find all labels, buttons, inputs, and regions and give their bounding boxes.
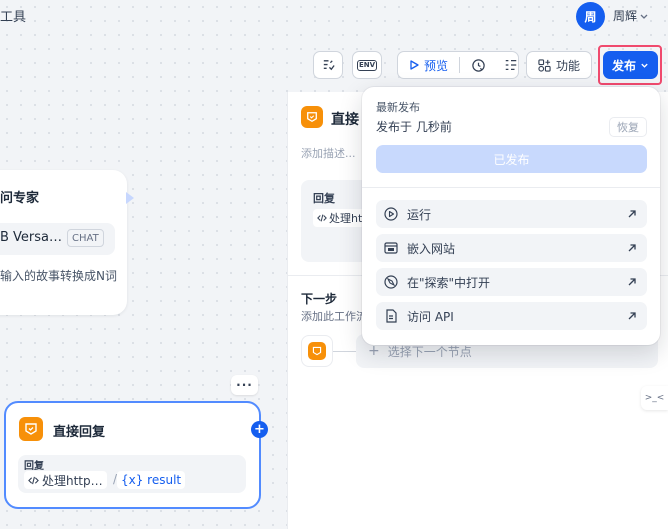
variable-result: {x} result [117, 471, 186, 489]
checklist-icon[interactable] [504, 58, 518, 72]
features-button[interactable]: 功能 [526, 51, 592, 79]
panel-reply-label: 回复 [313, 192, 335, 205]
preview-label: 预览 [424, 58, 449, 73]
menu-item-run[interactable]: 运行 [376, 200, 647, 228]
panel-title[interactable]: 直接 [331, 109, 359, 129]
reply-shield-icon [25, 423, 37, 435]
model-name: B Versa… [0, 230, 63, 245]
panel-variable-name: 处理ht [329, 212, 363, 225]
select-next-label: 选择下一个节点 [387, 344, 472, 359]
next-step-title: 下一步 [301, 292, 338, 306]
dropdown-divider [362, 187, 660, 188]
chevron-down-icon [640, 14, 648, 19]
llm-node-description: 输入的故事转换成N词 [0, 269, 117, 283]
panel-variable-chip: 处理ht [313, 209, 367, 227]
menu-item-api[interactable]: 访问 API [376, 302, 647, 330]
play-circle-icon [384, 207, 398, 221]
latest-publish-label: 最新发布 [376, 101, 420, 114]
code-icon [317, 214, 327, 222]
arrow-up-right-icon [628, 278, 636, 286]
published-time: 发布于 几秒前 [376, 120, 452, 134]
publish-label: 发布 [611, 58, 636, 73]
arrow-up-right-icon [628, 210, 636, 218]
checklist-button[interactable] [313, 51, 343, 79]
chevron-down-icon [641, 63, 648, 68]
debug-panel-toggle[interactable]: >_< [641, 386, 668, 410]
next-step-description: 添加此工作流 [301, 310, 367, 323]
play-icon [410, 60, 419, 70]
menu-item-label: 运行 [407, 207, 432, 222]
menu-item-explore[interactable]: 在"探索"中打开 [376, 268, 647, 296]
plus-icon: + [368, 343, 380, 359]
more-options-button[interactable]: ··· [231, 375, 258, 395]
username: 周辉 [613, 9, 638, 23]
reply-label: 回复 [24, 461, 44, 472]
arrow-up-right-icon [628, 244, 636, 252]
add-next-node-button[interactable]: + [251, 421, 268, 438]
chat-badge: CHAT [67, 229, 104, 247]
code-icon [28, 476, 39, 484]
current-node-icon-box [301, 335, 333, 367]
restore-button[interactable]: 恢复 [609, 117, 647, 137]
embed-window-icon [384, 241, 398, 255]
page-title: 工具 [0, 10, 27, 25]
reply-node-icon [19, 417, 43, 441]
reply-node-icon [308, 342, 326, 360]
published-button[interactable]: 已发布 [376, 145, 647, 173]
toolbar-divider [459, 57, 460, 73]
reply-shield-icon [307, 112, 317, 123]
menu-item-embed[interactable]: 嵌入网站 [376, 234, 647, 262]
arrow-up-right-icon [628, 312, 636, 320]
variable-chip: 处理http… [24, 471, 107, 489]
llm-node-title: 问专家 [0, 191, 40, 206]
node-output-handle[interactable] [126, 192, 134, 204]
reply-node-title: 直接回复 [53, 425, 106, 440]
preview-group: 预览 [397, 51, 519, 79]
menu-item-label: 在"探索"中打开 [407, 275, 491, 290]
features-label: 功能 [555, 58, 580, 73]
compass-icon [384, 275, 398, 289]
panel-description[interactable]: 添加描述... [301, 145, 356, 161]
panel-node-icon [301, 106, 323, 128]
check-list-icon [323, 59, 335, 70]
user-menu[interactable]: 周辉 [613, 7, 649, 24]
menu-item-label: 访问 API [407, 309, 454, 324]
document-api-icon [384, 309, 398, 323]
avatar[interactable]: 周 [576, 2, 605, 31]
reply-shield-icon [312, 346, 322, 356]
features-icon [538, 58, 551, 72]
menu-item-label: 嵌入网站 [407, 241, 456, 256]
publish-button[interactable]: 发布 [603, 51, 658, 79]
env-icon: ENV [356, 59, 378, 71]
variable-node-name: 处理http… [42, 473, 103, 488]
env-button[interactable]: ENV [352, 51, 382, 79]
history-run-icon[interactable] [471, 58, 486, 73]
preview-button[interactable]: 预览 [408, 57, 448, 74]
connector-line [333, 351, 357, 352]
